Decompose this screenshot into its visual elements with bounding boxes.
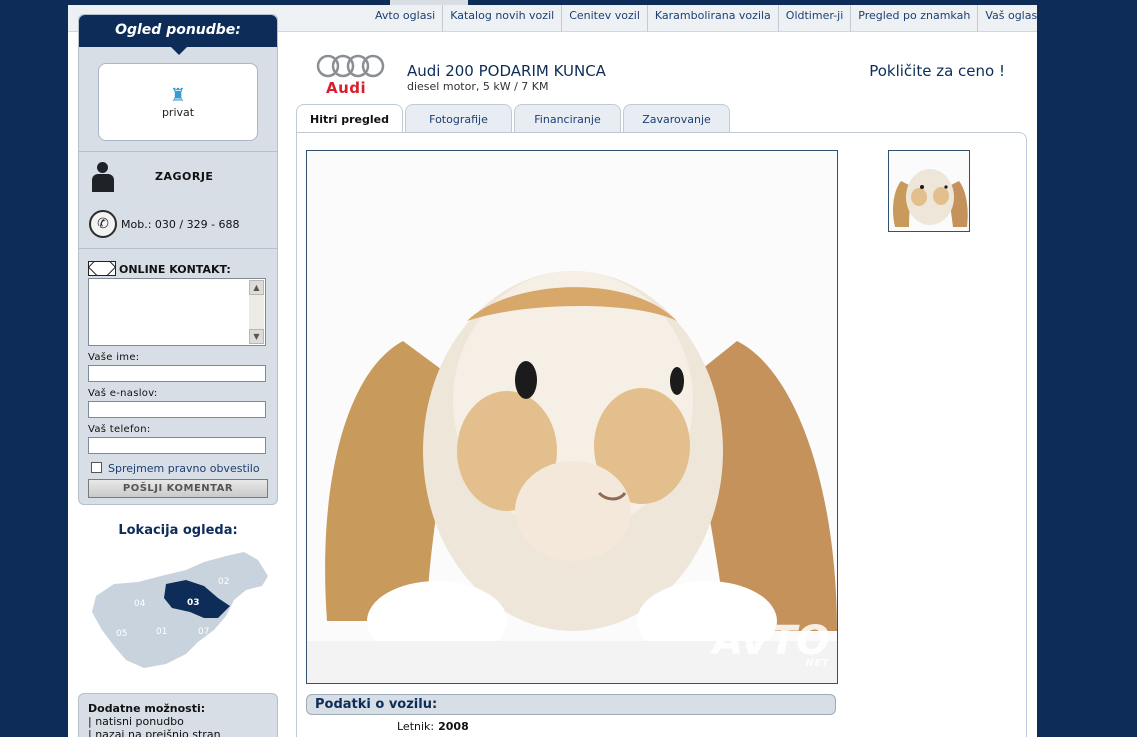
quick-view-panel: AVTO NET Podatki o vozilu: Letnik: 2008	[296, 132, 1027, 737]
tab-financiranje[interactable]: Financiranje	[514, 104, 621, 132]
slovenia-region-map[interactable]: 02 03 04 05 01 07	[86, 546, 270, 674]
seller-type-badge: ♜ privat	[98, 63, 258, 141]
photo-thumbnail[interactable]	[888, 150, 970, 232]
region-label-03: 03	[187, 598, 200, 608]
nav-pregled-po-znamkah[interactable]: Pregled po znamkah	[850, 5, 977, 32]
region-label-04: 04	[134, 599, 146, 609]
contact-title: ONLINE KONTAKT:	[88, 261, 268, 276]
nav-oldtimerji[interactable]: Oldtimer-ji	[777, 5, 850, 32]
envelope-icon	[88, 261, 116, 276]
page: Avto oglasi Katalog novih vozil Cenitev …	[68, 0, 1037, 737]
main-photo[interactable]: AVTO NET	[306, 150, 838, 684]
location-title: Lokacija ogleda:	[118, 523, 238, 538]
detail-label: Letnik:	[397, 720, 435, 733]
phone-label: Vaš telefon:	[88, 424, 151, 435]
tab-hitri-pregled[interactable]: Hitri pregled	[296, 104, 403, 134]
region-label-07: 07	[198, 627, 209, 637]
sidebar-heading: Ogled ponudbe:	[79, 15, 277, 55]
print-offer-link[interactable]: | natisni ponudbo	[88, 715, 268, 728]
seller-box: Ogled ponudbe: ♜ privat ZAGORJE ✆ Mob.: …	[78, 14, 278, 505]
seller-phone: Mob.: 030 / 329 - 688	[121, 218, 240, 231]
textarea-scrollbar[interactable]: ▲ ▼	[249, 280, 264, 344]
online-contact-form: ONLINE KONTAKT: ▲ ▼ Vaše ime: Vaš e-nasl…	[79, 249, 277, 504]
brand-name: Audi	[326, 79, 367, 97]
region-label-02: 02	[218, 577, 229, 587]
nav-katalog-novih-vozil[interactable]: Katalog novih vozil	[442, 5, 561, 32]
tab-fotografije[interactable]: Fotografije	[405, 104, 512, 132]
phone-icon: ✆	[89, 210, 117, 238]
region-shape	[92, 552, 268, 668]
private-seller-icon: ♜	[169, 85, 187, 106]
seller-type-label: privat	[161, 106, 195, 119]
nav-avto-oglasi[interactable]: Avto oglasi	[368, 5, 442, 32]
legal-consent-checkbox[interactable]	[91, 462, 102, 473]
audi-logo: Audi	[316, 54, 386, 97]
listing-title: Audi 200 PODARIM KUNCA	[407, 62, 606, 80]
legal-consent-label[interactable]: Sprejmem pravno obvestilo	[108, 462, 260, 475]
price-call: Pokličite za ceno !	[869, 62, 1005, 80]
rabbit-photo-image	[307, 151, 837, 683]
send-comment-button[interactable]: POŠLJI KOMENTAR	[88, 479, 268, 498]
scroll-down-icon[interactable]: ▼	[249, 329, 264, 344]
email-field[interactable]	[88, 401, 266, 418]
nav-vas-oglas[interactable]: Vaš oglas	[977, 5, 1044, 32]
tab-zavarovanje[interactable]: Zavarovanje	[623, 104, 730, 132]
scroll-up-icon[interactable]: ▲	[249, 280, 264, 295]
message-textarea[interactable]: ▲ ▼	[88, 278, 266, 346]
avto-net-watermark: AVTO NET	[713, 618, 830, 669]
detail-row-letnik: Letnik: 2008	[397, 720, 469, 733]
rabbit-thumbnail-image	[889, 151, 969, 231]
phone-field[interactable]	[88, 437, 266, 454]
listing-main: Audi Audi 200 PODARIM KUNCA diesel motor…	[296, 32, 1027, 737]
name-field[interactable]	[88, 365, 266, 382]
sidebar: Ogled ponudbe: ♜ privat ZAGORJE ✆ Mob.: …	[78, 14, 278, 674]
legal-consent: Sprejmem pravno obvestilo	[88, 462, 268, 476]
nav-cenitev-vozil[interactable]: Cenitev vozil	[561, 5, 647, 32]
extra-options-box: Dodatne možnosti: | natisni ponudbo | na…	[78, 693, 278, 737]
contact-title-text: ONLINE KONTAKT:	[119, 263, 231, 276]
region-label-01: 01	[156, 627, 167, 637]
nav-karambolirana-vozila[interactable]: Karambolirana vozila	[646, 5, 778, 32]
person-icon	[91, 162, 115, 192]
audi-rings-icon	[316, 54, 385, 78]
email-label: Vaš e-naslov:	[88, 388, 158, 399]
listing-subtitle: diesel motor, 5 kW / 7 KM	[407, 80, 549, 93]
seller-info: ZAGORJE ✆ Mob.: 030 / 329 - 688	[79, 152, 277, 248]
detail-value: 2008	[438, 720, 469, 733]
listing-tabs: Hitri pregled Fotografije Financiranje Z…	[296, 104, 732, 134]
top-nav-menu: Avto oglasi Katalog novih vozil Cenitev …	[368, 5, 1044, 32]
vehicle-details-header: Podatki o vozilu:	[306, 694, 836, 715]
name-label: Vaše ime:	[88, 352, 140, 363]
region-label-05: 05	[116, 629, 127, 639]
extra-options-title: Dodatne možnosti:	[88, 702, 206, 715]
back-link[interactable]: | nazaj na prejšnjo stran	[88, 728, 268, 737]
seller-name: ZAGORJE	[155, 170, 214, 183]
